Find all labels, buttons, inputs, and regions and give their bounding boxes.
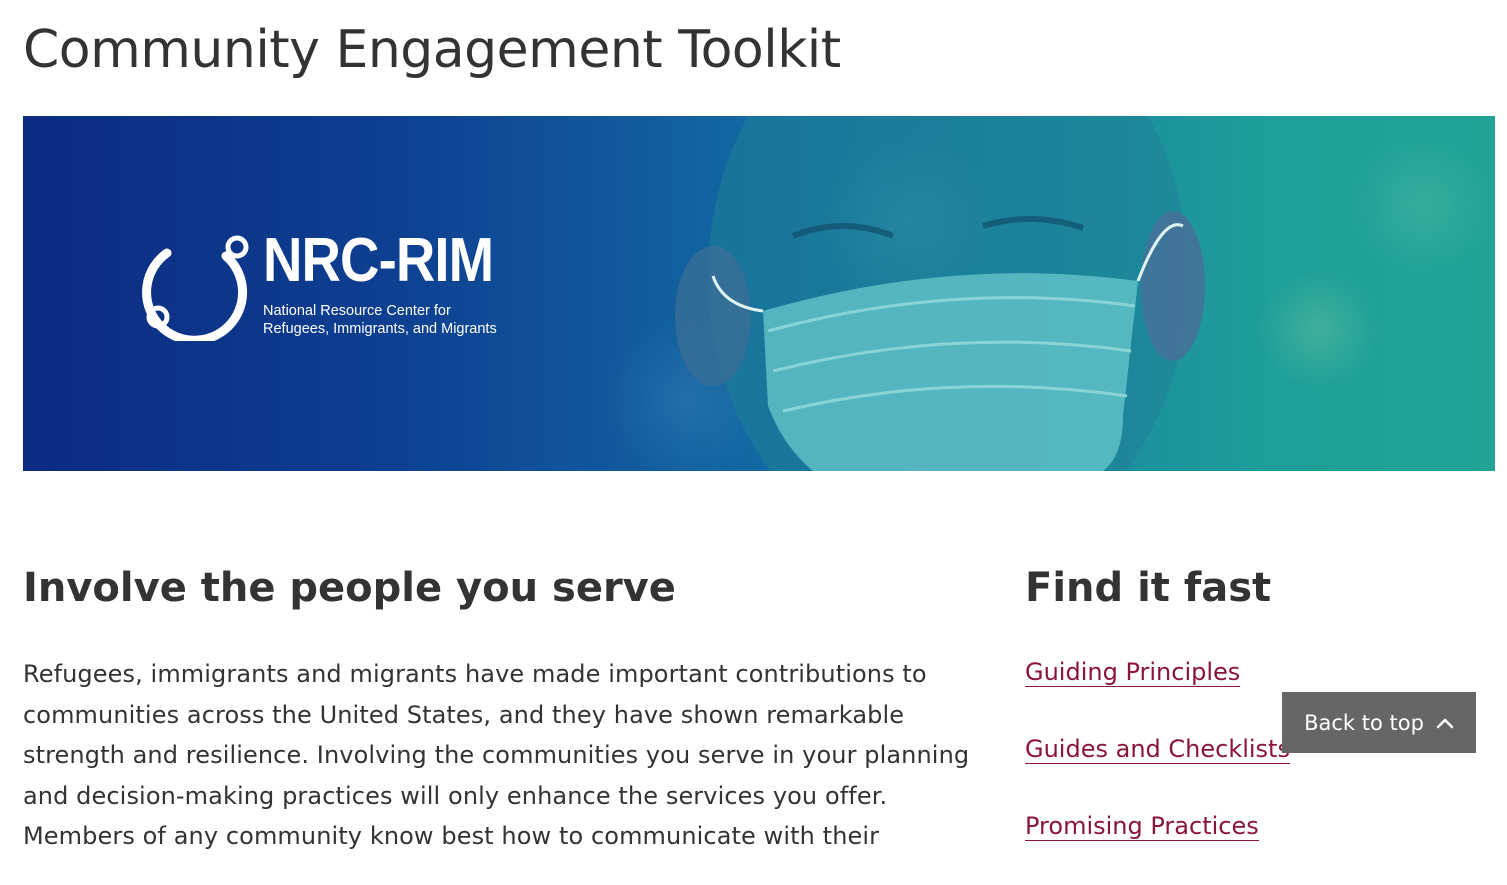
find-it-fast-heading: Find it fast bbox=[1025, 565, 1272, 611]
nrc-rim-ring-logo-icon bbox=[142, 235, 249, 341]
logo-wordmark: NRC-RIM bbox=[263, 226, 494, 295]
logo-subtitle-line2: Refugees, Immigrants, and Migrants bbox=[263, 321, 497, 337]
quick-link-item: Guiding Principles bbox=[1025, 654, 1290, 731]
logo-subtitle-line1: National Resource Center for bbox=[263, 303, 451, 319]
intro-paragraph: Refugees, immigrants and migrants have m… bbox=[23, 660, 970, 850]
promising-practices-link[interactable]: Promising Practices bbox=[1025, 812, 1259, 841]
guiding-principles-link[interactable]: Guiding Principles bbox=[1025, 658, 1241, 687]
hero-banner: NRC-RIM National Resource Center for Ref… bbox=[23, 116, 1495, 471]
quick-links-list: Guiding Principles Guides and Checklists… bbox=[1025, 654, 1290, 885]
chevron-up-icon bbox=[1436, 718, 1454, 728]
section-heading: Involve the people you serve bbox=[23, 565, 676, 611]
page-title: Community Engagement Toolkit bbox=[23, 20, 841, 80]
back-to-top-button[interactable]: Back to top bbox=[1282, 692, 1476, 753]
back-to-top-label: Back to top bbox=[1304, 710, 1424, 735]
quick-link-item: Promising Practices bbox=[1025, 808, 1290, 885]
logo-subtitle: National Resource Center for Refugees, I… bbox=[263, 302, 497, 338]
quick-link-item: Guides and Checklists bbox=[1025, 731, 1290, 808]
guides-and-checklists-link[interactable]: Guides and Checklists bbox=[1025, 735, 1290, 764]
